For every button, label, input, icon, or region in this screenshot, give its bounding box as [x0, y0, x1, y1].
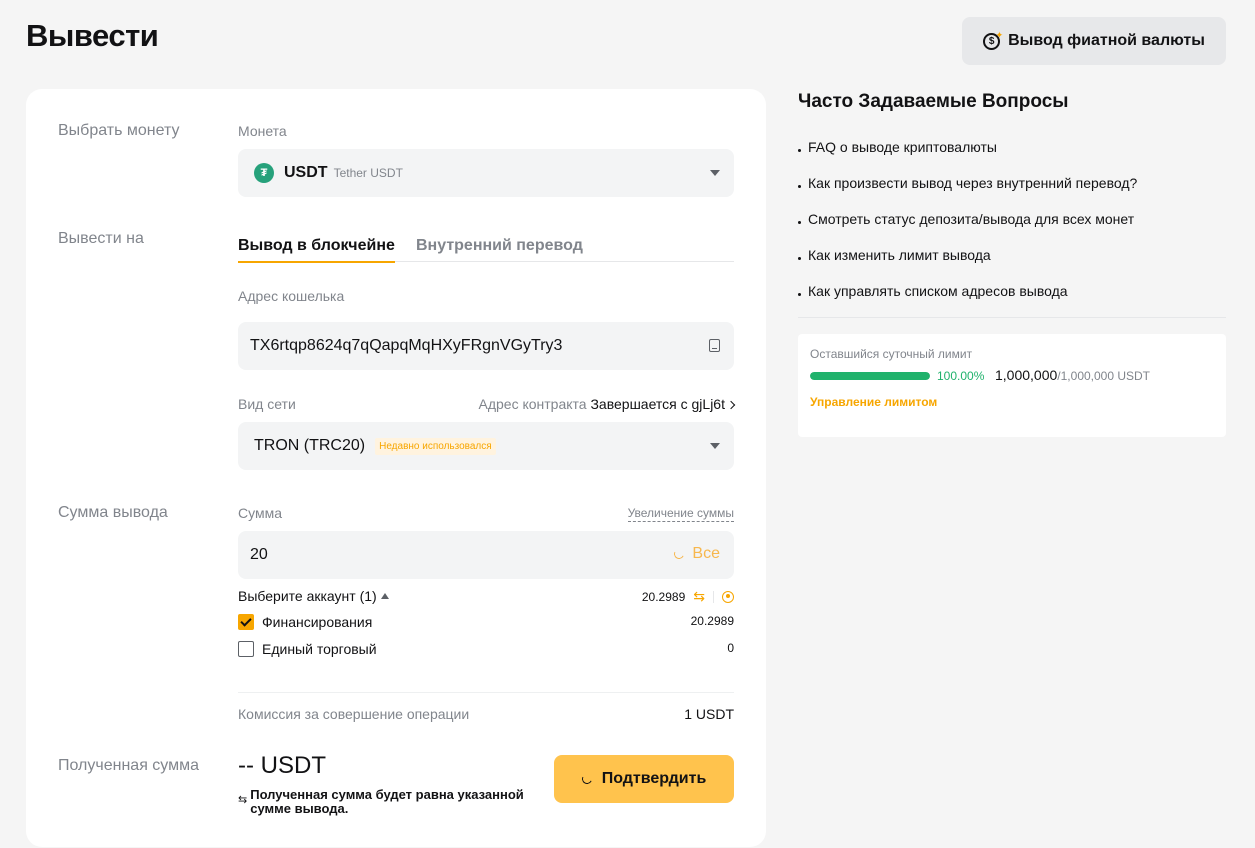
checkbox-unchecked-icon[interactable] [238, 641, 254, 657]
limit-total: /1,000,000 USDT [1057, 369, 1151, 383]
account-value: 20.2989 [690, 614, 734, 628]
received-note: ⇆ Полученная сумма будет равна указанной… [238, 788, 548, 816]
wallet-address-input[interactable]: TX6rtqp8624q7qQapqMqHXyFRgnVGyTry3 [238, 322, 734, 370]
wallet-address-label: Адрес кошелька [238, 288, 345, 304]
faq-item[interactable]: Как изменить лимит вывода [798, 247, 1137, 283]
page-title: Вывести [26, 18, 159, 53]
faq-title: Часто Задаваемые Вопросы [798, 91, 1069, 112]
network-select[interactable]: TRON (TRC20) Недавно использовался [238, 422, 734, 470]
tab-internal-transfer[interactable]: Внутренний перевод [416, 237, 583, 261]
coin-select[interactable]: ₮ USDT Tether USDT [238, 149, 734, 197]
daily-limit-card: Оставшийся суточный лимит 100.00% 1,000,… [798, 334, 1226, 437]
limit-title: Оставшийся суточный лимит [810, 347, 973, 361]
account-total-value: 20.2989 [641, 589, 686, 604]
received-amount-label: Полученная сумма [58, 757, 200, 774]
account-value: 0 [727, 641, 734, 655]
account-selector-toggle[interactable]: Выберите аккаунт (1) [238, 588, 389, 604]
select-coin-label: Выбрать монету [58, 122, 180, 139]
faq-link[interactable]: FAQ о выводе криптовалюты [808, 139, 997, 155]
coin-field-label: Монета [238, 123, 287, 139]
faq-item[interactable]: Как управлять списком адресов вывода [798, 283, 1137, 319]
coin-code: USDT [284, 164, 328, 181]
max-all-button[interactable]: Все [673, 545, 720, 563]
increase-amount-link[interactable]: Увеличение суммы [627, 506, 734, 522]
limit-percent: 100.00% [937, 369, 985, 383]
limit-progress-fill [810, 372, 930, 380]
loading-spinner-icon [673, 547, 686, 561]
account-row-unified[interactable]: Единый торговый 0 [238, 639, 734, 659]
amount-label: Сумма [238, 505, 282, 521]
amount-input[interactable]: 20 Все [238, 531, 734, 579]
tab-blockchain[interactable]: Вывод в блокчейне [238, 237, 395, 263]
bullet-icon [798, 149, 801, 152]
manage-limit-link[interactable]: Управление лимитом [810, 395, 937, 409]
bullet-icon [798, 185, 801, 188]
address-book-icon[interactable] [709, 339, 720, 352]
fiat-withdraw-label: Вывод фиатной валюты [1008, 32, 1205, 49]
received-amount-value: -- USDT [238, 752, 326, 779]
limit-value: 1,000,000/1,000,000 USDT [995, 367, 1150, 383]
chevron-down-icon [710, 443, 720, 449]
transfer-icon[interactable]: ⇆ [693, 588, 705, 605]
fiat-withdraw-button[interactable]: $ ✦ Вывод фиатной валюты [962, 17, 1226, 65]
contract-address-label: Адрес контракта [478, 396, 587, 412]
limit-remaining: 1,000,000 [995, 367, 1058, 383]
amount-section-label: Сумма вывода [58, 504, 168, 521]
received-note-text: Полученная сумма будет равна указанной с… [250, 787, 524, 816]
max-all-label: Все [692, 545, 720, 562]
wallet-address-value: TX6rtqp8624q7qQapqMqHXyFRgnVGyTry3 [250, 337, 563, 354]
divider [713, 590, 714, 603]
chevron-right-icon [726, 400, 736, 410]
bullet-icon [798, 257, 801, 260]
bullet-icon [798, 293, 801, 296]
recently-used-badge: Недавно использовался [375, 437, 496, 455]
fee-value: 1 USDT [684, 706, 734, 722]
contract-address-link[interactable]: Адрес контракта Завершается с gjLj6t [478, 396, 736, 412]
faq-item[interactable]: FAQ о выводе криптовалюты [798, 139, 1137, 175]
faq-item[interactable]: Как произвести вывод через внутренний пе… [798, 175, 1137, 211]
amount-value: 20 [250, 546, 268, 563]
contract-address-value: Завершается с gjLj6t [590, 396, 725, 412]
faq-item[interactable]: Смотреть статус депозита/вывода для всех… [798, 211, 1137, 247]
withdraw-to-label: Вывести на [58, 230, 144, 247]
faq-divider [798, 317, 1226, 318]
network-name: TRON (TRC20) [254, 437, 366, 454]
fee-label: Комиссия за совершение операции [238, 706, 470, 722]
account-total: 20.2989 ⇆ [642, 588, 734, 605]
loading-spinner-icon [580, 772, 594, 786]
bullet-icon [798, 221, 801, 224]
confirm-button[interactable]: Подтвердить [554, 755, 734, 803]
withdraw-tabs: Вывод в блокчейне Внутренний перевод [238, 233, 734, 263]
account-row-funding[interactable]: Финансирования 20.2989 [238, 612, 734, 632]
dollar-coin-icon: $ ✦ [983, 30, 1003, 50]
network-label: Вид сети [238, 396, 296, 412]
account-selector-title: Выберите аккаунт (1) [238, 588, 377, 604]
confirm-label: Подтвердить [601, 770, 707, 787]
chevron-down-icon [710, 170, 720, 176]
faq-link[interactable]: Как управлять списком адресов вывода [808, 283, 1068, 299]
fee-divider [238, 692, 734, 693]
usdt-coin-icon: ₮ [254, 163, 274, 183]
faq-link[interactable]: Как произвести вывод через внутренний пе… [808, 175, 1137, 191]
swap-icon: ⇆ [238, 794, 248, 806]
refresh-icon[interactable] [722, 590, 734, 603]
faq-link[interactable]: Как изменить лимит вывода [808, 247, 991, 263]
chevron-up-icon [380, 593, 389, 599]
withdraw-form-card: Выбрать монету Монета ₮ USDT Tether USDT… [26, 89, 766, 847]
coin-name: Tether USDT [333, 166, 403, 180]
limit-progress-bar [810, 372, 930, 380]
account-label: Единый торговый [262, 641, 377, 657]
account-label: Финансирования [262, 614, 373, 630]
faq-list: FAQ о выводе криптовалюты Как произвести… [798, 139, 1137, 319]
checkbox-checked-icon[interactable] [238, 614, 254, 630]
faq-link[interactable]: Смотреть статус депозита/вывода для всех… [808, 211, 1134, 227]
